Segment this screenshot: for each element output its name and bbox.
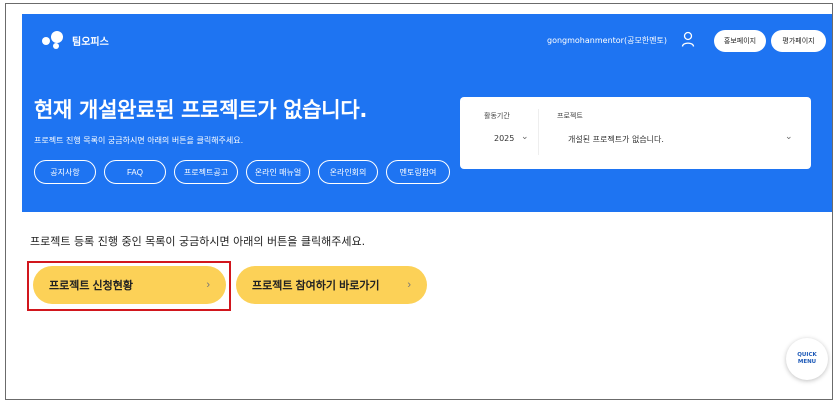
evaluation-page-button[interactable]: 평가페이지 — [771, 30, 826, 52]
user-icon[interactable] — [681, 31, 695, 47]
hero-banner: 팀오피스 gongmohanmentor(공모한멘토) 홍보페이지 평가페이지 … — [22, 14, 832, 212]
online-meeting-button[interactable]: 온라인회의 — [318, 160, 378, 184]
cta-label: 프로젝트 참여하기 바로가기 — [252, 280, 380, 292]
project-label: 프로젝트 — [557, 112, 583, 120]
promo-page-button[interactable]: 홍보페이지 — [714, 30, 766, 52]
quick-menu-label-2: MENU — [797, 359, 817, 365]
period-select[interactable]: 2025 — [494, 134, 514, 143]
quick-link-list: 공지사항 FAQ 프로젝트공고 온라인 매뉴얼 온라인회의 멘토링참여 — [34, 160, 450, 184]
page-title: 현재 개설완료된 프로젝트가 없습니다. — [34, 98, 368, 122]
brand-name: 팀오피스 — [72, 36, 109, 48]
mentoring-participation-button[interactable]: 멘토링참여 — [386, 160, 450, 184]
brand-logo[interactable]: 팀오피스 — [42, 29, 109, 51]
faq-button[interactable]: FAQ — [104, 160, 166, 184]
quick-menu-button[interactable]: QUICK MENU — [786, 338, 828, 380]
user-name: gongmohanmentor(공모한멘토) — [547, 36, 667, 45]
chevron-right-icon: › — [407, 279, 411, 291]
app-frame: 팀오피스 gongmohanmentor(공모한멘토) 홍보페이지 평가페이지 … — [5, 3, 833, 400]
project-select[interactable]: 개설된 프로젝트가 없습니다. — [568, 134, 664, 145]
quick-menu-label-1: QUICK — [797, 352, 817, 359]
chevron-down-icon[interactable]: ⌄ — [785, 132, 793, 142]
project-join-shortcut-button[interactable]: 프로젝트 참여하기 바로가기 › — [236, 266, 427, 304]
chevron-down-icon[interactable]: ⌄ — [521, 132, 529, 142]
logo-icon — [42, 29, 66, 51]
filter-divider — [538, 109, 539, 155]
project-filter-panel: 활동기간 2025 ⌄ 프로젝트 개설된 프로젝트가 없습니다. ⌄ — [460, 97, 811, 169]
highlight-box — [27, 261, 231, 311]
online-manual-button[interactable]: 온라인 매뉴얼 — [246, 160, 310, 184]
notice-button[interactable]: 공지사항 — [34, 160, 96, 184]
hero-subtitle: 프로젝트 진행 목록이 궁금하시면 아래의 버튼을 클릭해주세요. — [34, 136, 244, 145]
project-notice: 프로젝트 등록 진행 중인 목록이 궁금하시면 아래의 버튼을 클릭해주세요. — [30, 235, 366, 248]
project-announcement-button[interactable]: 프로젝트공고 — [174, 160, 238, 184]
period-label: 활동기간 — [484, 112, 510, 120]
